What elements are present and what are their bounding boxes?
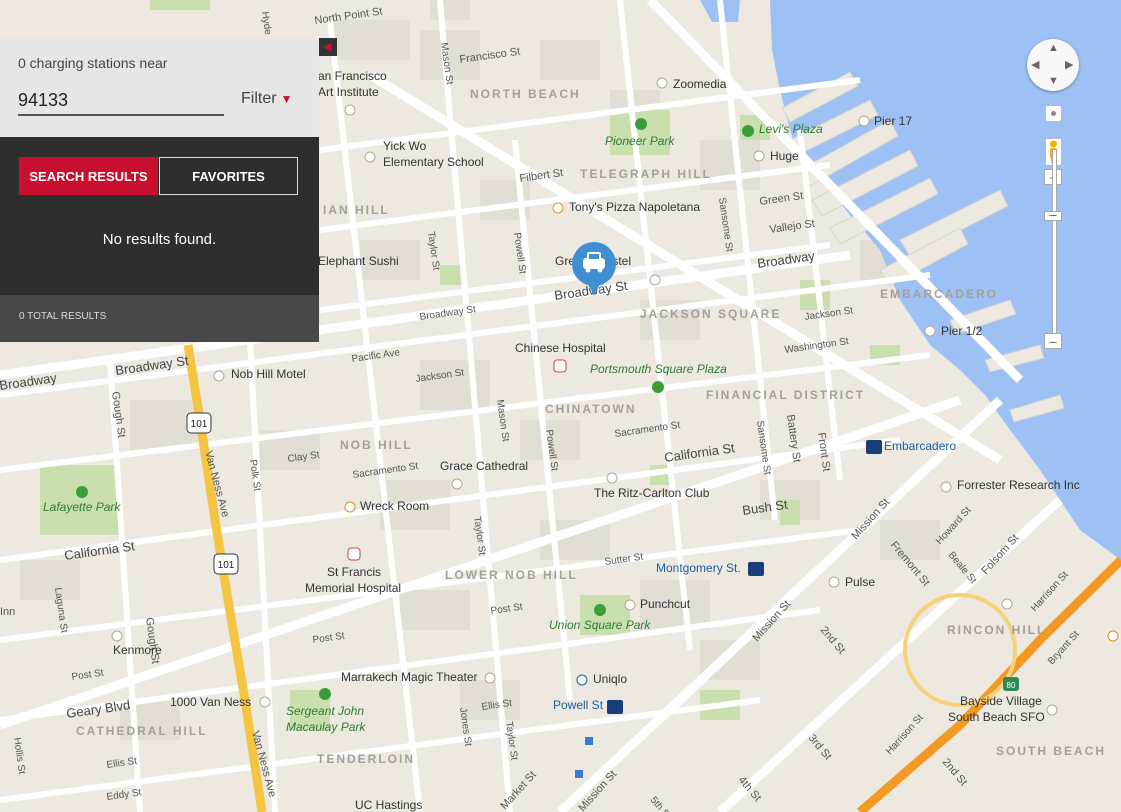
place-label: Huge [770,149,799,163]
district-label: EMBARCADERO [880,287,998,301]
district-label: TENDERLOIN [317,752,415,766]
filter-button[interactable]: Filter ▼ [241,90,292,108]
place-label: Chinese Hospital [515,341,606,355]
zoom-slider-handle[interactable]: – [1044,208,1062,221]
pan-right-icon[interactable]: ▶ [1065,58,1073,71]
zoom-slider-track[interactable] [1052,150,1057,348]
transit-label: Montgomery St. [656,561,741,575]
district-label: RINCON HILL [947,623,1046,637]
park-label: Union Square Park [549,618,651,632]
place-label: Pier 17 [874,114,912,128]
tab-search-results[interactable]: SEARCH RESULTS [19,157,158,195]
district-label: IAN HILL [323,203,390,217]
pan-control[interactable]: ▲ ▼ ◀ ▶ [1027,39,1079,91]
place-label: Zoomedia [673,77,727,91]
place-label: Yick Wo [383,139,427,153]
pan-left-icon[interactable]: ◀ [1031,58,1039,71]
place-label: Elephant Sushi [318,254,399,268]
tab-favorites[interactable]: FAVORITES [159,157,298,195]
search-header: 0 charging stations near Filter▼ [0,38,319,137]
place-label: Punchcut [640,597,691,611]
filter-label: Filter [241,90,277,107]
place-label: Kenmore [113,643,162,657]
dropdown-arrow-icon: ▼ [280,92,293,106]
stations-near-text: 0 charging stations near [18,55,168,71]
no-results-message: No results found. [102,231,217,248]
park-label: Macaulay Park [286,720,366,734]
place-label: UC Hastings [355,798,422,812]
place-label: Pulse [845,575,875,589]
place-label: St Francis [327,565,381,579]
total-results-count: 0 TOTAL RESULTS [19,311,107,322]
park-label: Lafayette Park [43,500,121,514]
district-label: SOUTH BEACH [996,744,1106,758]
place-label: Uniqlo [593,672,627,686]
district-label: NORTH BEACH [470,87,581,101]
district-label: FINANCIAL DISTRICT [706,388,865,402]
place-label: Grace Cathedral [440,459,528,473]
place-label: Art Institute [318,85,379,99]
results-area: SEARCH RESULTS FAVORITES No results foun… [0,137,319,295]
i80-shield: 80 [1003,677,1019,691]
us101-shield: 101 [213,553,239,575]
place-label: Tony's Pizza Napoletana [569,200,700,214]
us101-shield: 101 [186,412,212,434]
district-label: TELEGRAPH HILL [580,167,712,181]
zoom-out-button[interactable]: – [1044,333,1062,349]
dot-icon [1051,111,1056,116]
place-label: Memorial Hospital [305,581,401,595]
caret-left-icon: ◀ [323,41,332,53]
district-label: JACKSON SQUARE [640,307,781,321]
transit-label: Embarcadero [884,439,956,453]
district-label: LOWER NOB HILL [445,568,578,582]
place-label: Forrester Research Inc [957,478,1080,492]
park-label: Levi's Plaza [759,122,823,136]
district-label: CHINATOWN [545,402,637,416]
place-label: 1000 Van Ness [170,695,251,709]
pan-up-icon[interactable]: ▲ [1048,42,1059,54]
district-label: CATHEDRAL HILL [76,724,208,738]
place-label: South Beach SFO [948,710,1045,724]
place-label: The Ritz-Carlton Club [594,486,710,500]
place-label: Wreck Room [360,499,429,513]
place-label: an Francisco [318,69,387,83]
place-label: Pier 1/2 [941,324,983,338]
park-label: Sergeant John [286,704,364,718]
collapse-panel-button[interactable]: ◀ [319,38,337,56]
svg-text:80: 80 [1007,681,1016,690]
transit-label: Powell St [553,698,604,712]
reset-view-button[interactable] [1045,105,1062,122]
district-label: NOB HILL [340,438,413,452]
search-panel: 0 charging stations near Filter▼ SEARCH … [0,38,319,342]
place-label: Marrakech Magic Theater [341,670,478,684]
pan-down-icon[interactable]: ▼ [1048,75,1059,87]
park-label: Portsmouth Square Plaza [590,362,727,376]
place-label: Nob Hill Motel [231,367,306,381]
park-label: Pioneer Park [605,134,675,148]
results-footer: 0 TOTAL RESULTS [0,295,319,342]
place-label: Elementary School [383,155,484,169]
zip-code-input[interactable] [18,86,224,116]
svg-text:101: 101 [218,560,235,571]
street-label: Inn [0,606,15,618]
svg-text:101: 101 [191,419,208,430]
place-label: Bayside Village [960,694,1042,708]
